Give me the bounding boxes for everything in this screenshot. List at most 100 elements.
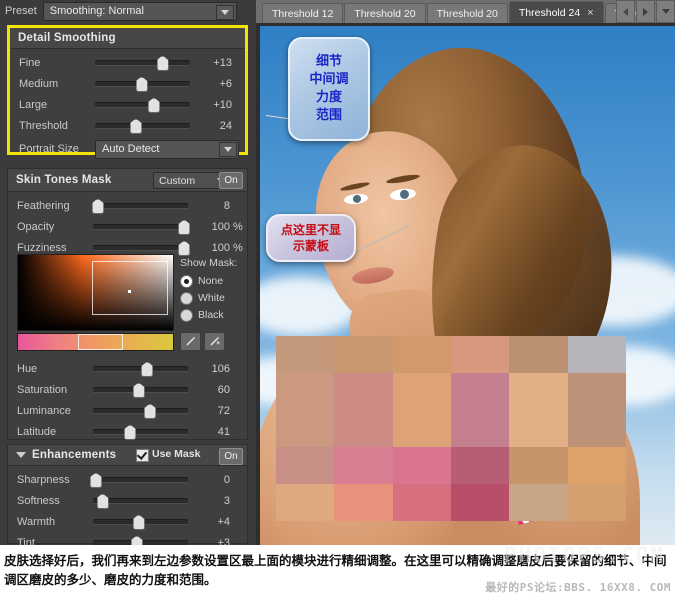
use-mask-label: Use Mask bbox=[152, 448, 201, 460]
tutorial-caption: PHOTOPS.COM 皮肤选择好后，我们再来到左边参数设置区最上面的模块进行精… bbox=[0, 543, 675, 598]
slider-track-fuzziness[interactable] bbox=[93, 240, 191, 256]
slider-knob-large[interactable] bbox=[147, 97, 160, 113]
mosaic-tile bbox=[392, 410, 451, 447]
watermark-large: PHOTOPS.COM bbox=[503, 543, 665, 567]
detail-smoothing-section: Detail Smoothing Fine +13 Medium +6 Larg… bbox=[7, 25, 248, 159]
slider-label: Fuzziness bbox=[17, 241, 67, 254]
next-tab-button[interactable] bbox=[636, 0, 655, 23]
skin-tone-color-field[interactable] bbox=[17, 254, 174, 331]
radio-option-none[interactable]: None bbox=[180, 273, 237, 289]
skin-tones-preset-dropdown[interactable]: Custom bbox=[153, 172, 228, 189]
slider-row-luminance: Luminance 72 bbox=[8, 400, 230, 421]
slider-knob-fuzziness[interactable] bbox=[178, 240, 191, 256]
slider-label: Large bbox=[19, 98, 48, 111]
mosaic-tile bbox=[509, 447, 568, 484]
eyedropper-add-icon[interactable] bbox=[204, 332, 225, 351]
slider-track-medium[interactable] bbox=[95, 76, 190, 92]
slider-row-sharpness: Sharpness 0 bbox=[8, 469, 247, 490]
callout-line: 力度 bbox=[315, 90, 342, 105]
slider-knob-softness[interactable] bbox=[96, 493, 109, 509]
slider-label: Softness bbox=[17, 494, 60, 507]
color-selection-rect[interactable] bbox=[92, 261, 168, 315]
slider-track-hue[interactable] bbox=[93, 361, 188, 377]
slider-track-latitude[interactable] bbox=[93, 424, 188, 440]
slider-row-medium: Medium +6 bbox=[10, 73, 245, 94]
detail-smoothing-sliders: Fine +13 Medium +6 Large +10 Threshold 2… bbox=[10, 49, 245, 160]
slider-track-luminance[interactable] bbox=[93, 403, 188, 419]
portrait-size-dropdown[interactable]: Auto Detect bbox=[95, 139, 239, 159]
slider-value: 3 bbox=[223, 494, 230, 507]
mosaic-tile bbox=[392, 336, 451, 373]
tab-threshold-20-a[interactable]: Threshold 20 bbox=[344, 3, 426, 23]
tab-threshold-12[interactable]: Threshold 12 bbox=[262, 3, 344, 23]
slider-track-saturation[interactable] bbox=[93, 382, 188, 398]
watermark-url: 最好的PS论坛:BBS. 16XX8. COM bbox=[485, 581, 671, 594]
slider-value: +6 bbox=[219, 77, 232, 90]
prev-tab-button[interactable] bbox=[616, 0, 635, 23]
slider-row-feathering: Feathering 8 bbox=[8, 195, 247, 216]
slider-knob-medium[interactable] bbox=[135, 76, 148, 92]
radio-label: White bbox=[198, 292, 225, 304]
radio-icon[interactable] bbox=[180, 291, 193, 305]
radio-option-black[interactable]: Black bbox=[180, 307, 237, 323]
slider-knob-warmth[interactable] bbox=[132, 514, 145, 530]
disclosure-triangle-icon[interactable] bbox=[16, 452, 26, 458]
slider-row-softness: Softness 3 bbox=[8, 490, 247, 511]
enhancements-toggle[interactable]: On bbox=[219, 448, 243, 465]
slider-track-warmth[interactable] bbox=[93, 514, 188, 530]
use-mask-checkbox[interactable] bbox=[136, 449, 149, 462]
tab-label: Threshold 20 bbox=[354, 7, 416, 20]
slider-value: 60 bbox=[217, 383, 230, 396]
slider-label: Saturation bbox=[17, 383, 68, 396]
slider-value: 72 bbox=[217, 404, 230, 417]
slider-track-softness[interactable] bbox=[93, 493, 188, 509]
mosaic-tile bbox=[509, 484, 568, 521]
mosaic-tile bbox=[567, 336, 626, 373]
close-icon[interactable]: × bbox=[587, 7, 593, 19]
chevron-down-icon[interactable] bbox=[219, 141, 237, 157]
hue-band[interactable] bbox=[17, 333, 174, 351]
slider-track-threshold[interactable] bbox=[95, 118, 190, 134]
slider-knob-feathering[interactable] bbox=[91, 198, 104, 214]
slider-knob-fine[interactable] bbox=[156, 55, 169, 71]
slider-track-large[interactable] bbox=[95, 97, 190, 113]
mosaic-tile bbox=[334, 447, 393, 484]
show-mask-label: Show Mask: bbox=[180, 257, 238, 269]
preset-dropdown[interactable]: Smoothing: Normal bbox=[42, 1, 237, 21]
radio-option-white[interactable]: White bbox=[180, 290, 237, 306]
slider-row-warmth: Warmth +4 bbox=[8, 511, 247, 532]
slider-knob-hue[interactable] bbox=[141, 361, 154, 377]
mosaic-tile bbox=[392, 373, 451, 410]
portrait-size-row: Portrait Size Auto Detect bbox=[10, 138, 245, 160]
slider-knob-threshold[interactable] bbox=[129, 118, 142, 134]
skin-tones-mask-section: Skin Tones Mask Custom On Feathering 8 O… bbox=[7, 168, 248, 440]
slider-value: +13 bbox=[213, 56, 232, 69]
tab-list-button[interactable] bbox=[656, 0, 675, 23]
mosaic-tile bbox=[276, 410, 335, 447]
slider-track-fine[interactable] bbox=[95, 55, 190, 71]
slider-track-sharpness[interactable] bbox=[89, 472, 188, 488]
radio-icon[interactable] bbox=[180, 274, 193, 288]
enhancements-header[interactable]: Enhancements Use Mask On bbox=[8, 445, 247, 466]
callout-line: 点这里不显 bbox=[280, 223, 341, 237]
slider-knob-saturation[interactable] bbox=[132, 382, 145, 398]
radio-label: None bbox=[198, 275, 224, 287]
skin-tones-mask-toggle[interactable]: On bbox=[219, 172, 243, 189]
callout-detail: 细节 中间调 力度 范围 bbox=[288, 37, 370, 141]
slider-track-feathering[interactable] bbox=[91, 198, 188, 214]
tab-threshold-20-b[interactable]: Threshold 20 bbox=[426, 3, 508, 23]
slider-knob-latitude[interactable] bbox=[124, 424, 137, 440]
mosaic-tile bbox=[450, 447, 510, 484]
image-canvas[interactable]: 细节 中间调 力度 范围 点这里不显 示蒙板 bbox=[256, 23, 675, 545]
hue-selection-rect[interactable] bbox=[78, 334, 123, 350]
slider-row-fine: Fine +13 bbox=[10, 52, 245, 73]
tab-threshold-24[interactable]: Threshold 24 × bbox=[508, 1, 604, 23]
slider-row-saturation: Saturation 60 bbox=[8, 379, 230, 400]
slider-knob-opacity[interactable] bbox=[178, 219, 191, 235]
slider-knob-luminance[interactable] bbox=[144, 403, 157, 419]
eyedropper-icon[interactable] bbox=[180, 332, 201, 351]
radio-icon[interactable] bbox=[180, 308, 193, 322]
slider-track-opacity[interactable] bbox=[93, 219, 191, 235]
chevron-down-icon[interactable] bbox=[215, 4, 234, 20]
callout-line: 细节 bbox=[315, 54, 342, 69]
